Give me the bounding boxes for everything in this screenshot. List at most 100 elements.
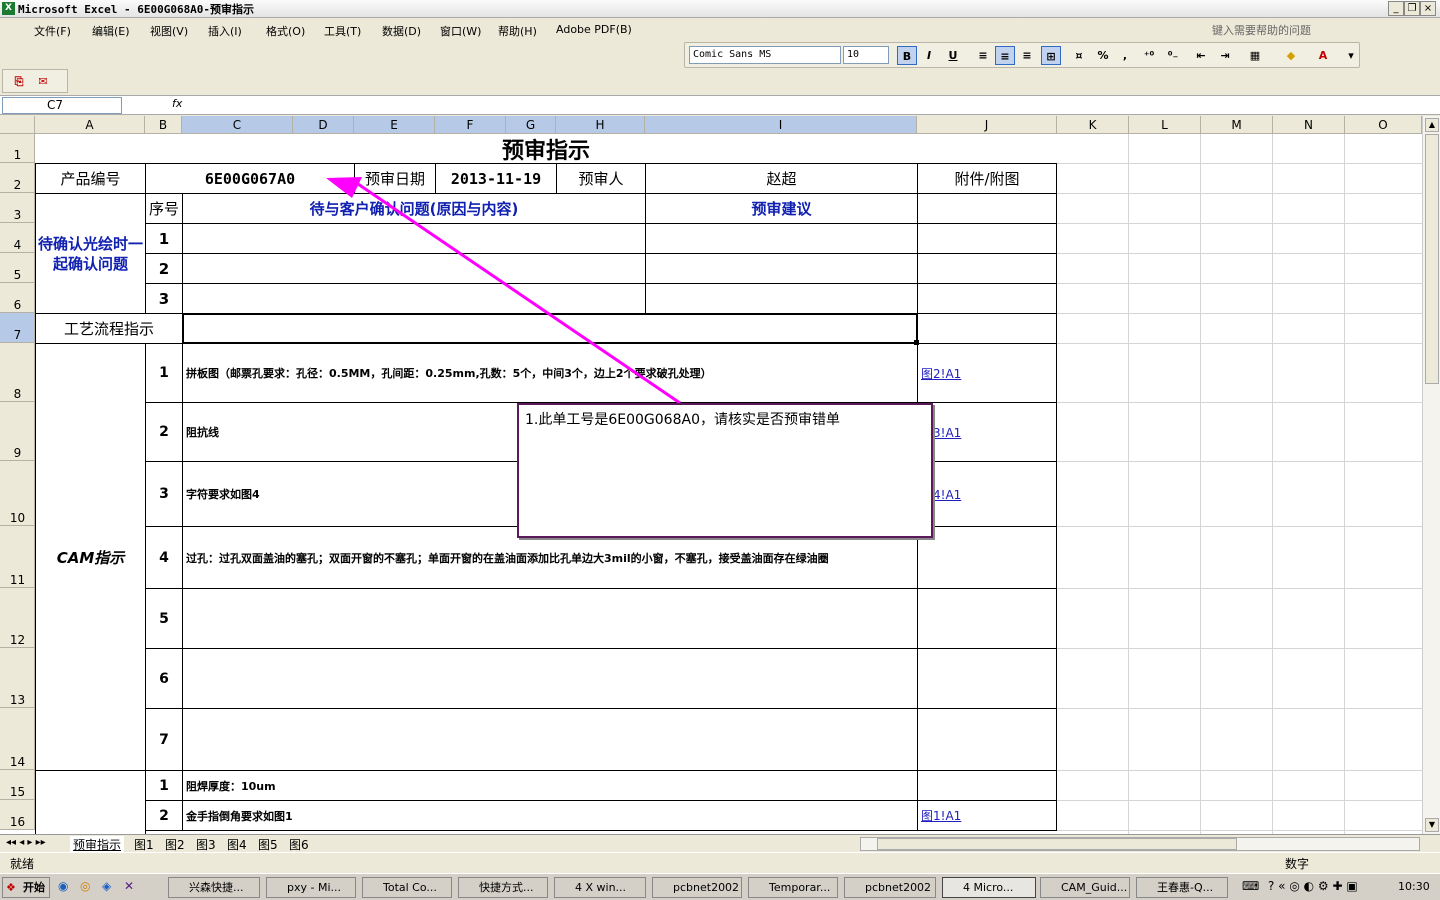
fill-handle[interactable] xyxy=(914,340,919,345)
reviewer-label[interactable]: 预审人 xyxy=(556,163,646,194)
decrease-indent-icon[interactable]: ⇤ xyxy=(1191,46,1211,65)
issue-header[interactable]: 待与客户确认问题(原因与内容) xyxy=(182,193,646,224)
cam-text[interactable] xyxy=(182,708,918,771)
cam-seq[interactable]: 5 xyxy=(145,588,183,649)
other-attachment[interactable] xyxy=(917,770,1057,801)
cam-attachment[interactable] xyxy=(917,588,1057,649)
task-button[interactable]: CAM_Guid... xyxy=(1040,877,1130,898)
cam-seq[interactable]: 7 xyxy=(145,708,183,771)
reviewer-name[interactable]: 赵超 xyxy=(645,163,918,194)
sheet-tab[interactable]: 图6 xyxy=(289,836,309,853)
task-button[interactable]: Total Co... xyxy=(362,877,452,898)
attachment-cell[interactable] xyxy=(917,193,1057,224)
issue-cell[interactable] xyxy=(182,253,646,284)
row-header[interactable]: 16 xyxy=(0,800,35,830)
process-cell-selected[interactable] xyxy=(182,313,918,344)
seq-label[interactable]: 序号 xyxy=(145,193,183,224)
attachment-label[interactable]: 附件/附图 xyxy=(917,163,1057,194)
column-header[interactable]: G xyxy=(506,116,556,134)
close-button[interactable]: × xyxy=(1420,1,1436,16)
italic-button[interactable]: I xyxy=(919,46,939,65)
task-button[interactable]: 快捷方式... xyxy=(458,877,548,898)
fx-icon[interactable]: fx xyxy=(172,97,182,110)
column-header[interactable]: I xyxy=(645,116,917,134)
column-header[interactable]: K xyxy=(1057,116,1129,134)
merge-center-icon[interactable]: ⊞ xyxy=(1041,46,1061,65)
task-button[interactable]: 王春惠-Q... xyxy=(1136,877,1228,898)
sheet-title[interactable]: 预审指示 xyxy=(35,134,1057,164)
align-left-icon[interactable]: ≡ xyxy=(973,46,993,65)
column-header[interactable]: L xyxy=(1129,116,1201,134)
font-size-select[interactable]: 10 xyxy=(843,46,889,64)
row-header[interactable]: 4 xyxy=(0,223,35,253)
menu-edit[interactable]: 编辑(E) xyxy=(92,23,130,39)
font-name-select[interactable]: Comic Sans MS xyxy=(689,46,841,64)
pdf-convert-icon[interactable]: ⎘ xyxy=(9,72,29,91)
attachment-cell[interactable] xyxy=(917,253,1057,284)
cam-attachment[interactable]: 图3!A1 xyxy=(917,402,1057,462)
menu-insert[interactable]: 插入(I) xyxy=(208,23,242,39)
scroll-down-arrow[interactable]: ▼ xyxy=(1425,818,1439,832)
seq-cell[interactable]: 1 xyxy=(145,223,183,254)
review-date[interactable]: 2013-11-19 xyxy=(435,163,557,194)
row-header[interactable]: 8 xyxy=(0,343,35,402)
align-right-icon[interactable]: ≡ xyxy=(1017,46,1037,65)
row-header[interactable]: 1 xyxy=(0,134,35,163)
cam-attachment[interactable] xyxy=(917,526,1057,589)
suggest-header[interactable]: 预审建议 xyxy=(645,193,918,224)
task-button[interactable]: Temporar... xyxy=(748,877,838,898)
date-label[interactable]: 预审日期 xyxy=(354,163,436,194)
row-header[interactable]: 11 xyxy=(0,526,35,588)
menu-data[interactable]: 数据(D) xyxy=(382,23,421,39)
restore-button[interactable]: ❐ xyxy=(1404,1,1420,16)
tab-nav-arrows-icon[interactable]: ◂◂ ◂ ▸ ▸▸ xyxy=(6,837,46,848)
column-header[interactable]: F xyxy=(435,116,506,134)
tray-icons[interactable]: ? « ◎ ◐ ⚙ ✚ ▣ xyxy=(1268,879,1358,893)
seq-cell[interactable]: 3 xyxy=(145,283,183,314)
cam-seq[interactable]: 1 xyxy=(145,343,183,403)
issue-cell[interactable] xyxy=(182,283,646,314)
horizontal-scrollbar[interactable] xyxy=(860,837,1420,851)
row-header[interactable]: 14 xyxy=(0,708,35,770)
cam-attachment[interactable]: 图4!A1 xyxy=(917,461,1057,527)
quicklaunch-icon[interactable]: ✕ xyxy=(124,879,134,893)
comment-box[interactable]: 1.此单工号是6E00G068A0，请核实是否预审错单 xyxy=(517,403,933,538)
align-center-icon[interactable]: ≡ xyxy=(995,46,1015,65)
product-label[interactable]: 产品编号 xyxy=(35,163,146,194)
vertical-scrollbar[interactable]: ▲ ▼ xyxy=(1422,116,1440,834)
column-header[interactable]: J xyxy=(917,116,1057,134)
pdf-mail-icon[interactable]: ✉ xyxy=(33,72,53,91)
cam-seq[interactable]: 3 xyxy=(145,461,183,527)
task-button[interactable]: pcbnet2002 xyxy=(652,877,742,898)
cam-attachment[interactable] xyxy=(917,708,1057,771)
menu-file[interactable]: 文件(F) xyxy=(34,23,71,39)
menu-help[interactable]: 帮助(H) xyxy=(498,23,537,39)
column-header[interactable]: H xyxy=(556,116,645,134)
scroll-thumb[interactable] xyxy=(1425,134,1439,384)
column-header[interactable]: O xyxy=(1345,116,1422,134)
menu-window[interactable]: 窗口(W) xyxy=(440,23,481,39)
quicklaunch-icon[interactable]: ◎ xyxy=(80,879,90,893)
other-seq[interactable]: 1 xyxy=(145,770,183,801)
task-button[interactable]: 4 X win... xyxy=(554,877,646,898)
ie-icon[interactable]: ◉ xyxy=(58,879,68,893)
other-attachment[interactable]: 图1!A1 xyxy=(917,800,1057,831)
cam-seq[interactable]: 2 xyxy=(145,402,183,462)
column-header[interactable]: B xyxy=(145,116,182,134)
row-header[interactable]: 6 xyxy=(0,283,35,313)
fill-color-icon[interactable]: ◆ xyxy=(1281,46,1301,65)
other-seq[interactable]: 2 xyxy=(145,800,183,831)
sheet-tab[interactable]: 图2 xyxy=(165,836,185,853)
other-text[interactable]: 金手指倒角要求如图1 xyxy=(182,800,918,831)
column-header[interactable]: A xyxy=(35,116,145,134)
other-group-cell[interactable] xyxy=(35,770,146,834)
select-all-corner[interactable] xyxy=(0,116,35,134)
suggest-cell[interactable] xyxy=(645,223,918,254)
cam-text[interactable] xyxy=(182,588,918,649)
menu-adobe-pdf[interactable]: Adobe PDF(B) xyxy=(556,23,632,36)
sheet-tab[interactable]: 图3 xyxy=(196,836,216,853)
menu-format[interactable]: 格式(O) xyxy=(266,23,305,39)
attachment-cell[interactable] xyxy=(917,223,1057,254)
attachment-cell[interactable] xyxy=(917,283,1057,314)
column-header[interactable]: N xyxy=(1273,116,1345,134)
